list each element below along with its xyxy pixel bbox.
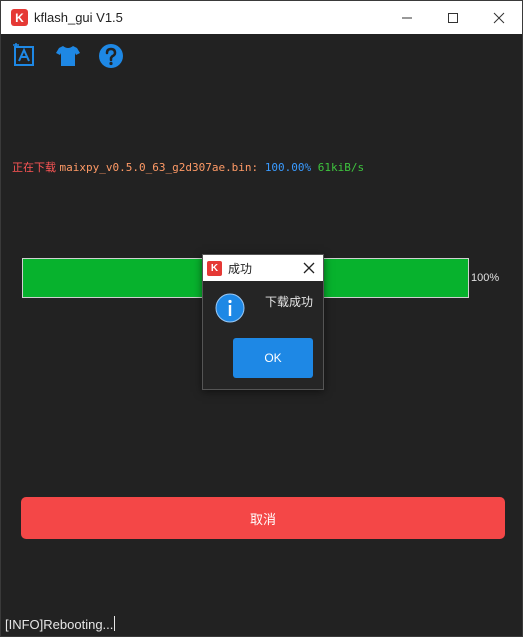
status-speed: 61kiB/s bbox=[311, 161, 365, 174]
dialog-close-icon[interactable] bbox=[301, 260, 317, 276]
app-logo: K bbox=[11, 9, 28, 26]
dialog-title-bar[interactable]: K 成功 bbox=[203, 255, 323, 281]
download-status: 正在下载 maixpy_v0.5.0_63_g2d307ae.bin: 100.… bbox=[12, 159, 364, 175]
close-icon bbox=[493, 12, 505, 23]
status-percent: 100.00% bbox=[264, 161, 312, 174]
progress-label: 100% bbox=[471, 272, 500, 284]
status-file: maixpy_v0.5.0_63_g2d307ae.bin: bbox=[59, 161, 265, 174]
log-text: [INFO]Rebooting... bbox=[5, 617, 114, 632]
close-button[interactable] bbox=[476, 1, 522, 34]
maximize-icon bbox=[448, 12, 458, 23]
main-window: K kflash_gui V1.5 正在下载 maixpy_v0.5.0_63_… bbox=[0, 0, 523, 637]
dialog-logo-letter: K bbox=[210, 262, 219, 274]
maximize-button[interactable] bbox=[430, 1, 476, 34]
title-bar[interactable]: K kflash_gui V1.5 bbox=[1, 1, 522, 34]
language-icon[interactable] bbox=[11, 42, 39, 70]
dialog-message: 下载成功 bbox=[265, 295, 314, 309]
app-logo-letter: K bbox=[15, 10, 24, 25]
window-title: kflash_gui V1.5 bbox=[34, 10, 123, 25]
success-dialog: K 成功 下载成功 OK bbox=[202, 254, 324, 390]
dialog-title: 成功 bbox=[228, 261, 253, 276]
dialog-logo: K bbox=[207, 260, 222, 276]
text-caret bbox=[114, 616, 116, 631]
cancel-button[interactable]: 取消 bbox=[21, 497, 505, 539]
help-icon[interactable] bbox=[97, 42, 125, 70]
window-controls bbox=[384, 1, 522, 34]
info-icon bbox=[215, 293, 245, 323]
minimize-icon bbox=[402, 17, 412, 18]
log-line: [INFO]Rebooting... bbox=[5, 616, 116, 632]
minimize-button[interactable] bbox=[384, 1, 430, 34]
status-prefix: 正在下载 bbox=[12, 161, 60, 174]
ok-button[interactable]: OK bbox=[233, 338, 313, 378]
skin-icon[interactable] bbox=[54, 42, 82, 70]
